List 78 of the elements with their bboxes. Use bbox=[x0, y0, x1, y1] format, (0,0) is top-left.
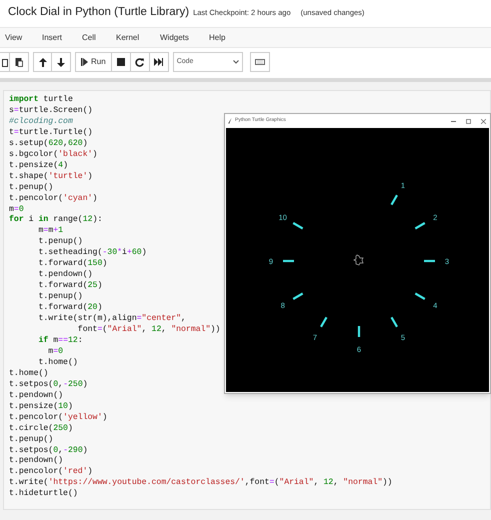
run-all-button[interactable] bbox=[150, 52, 169, 72]
code-line: t.setpos(0,-250) bbox=[9, 380, 88, 391]
tick-mark bbox=[414, 222, 426, 230]
chevron-down-icon bbox=[232, 60, 239, 64]
code-line: s.setup(620,620) bbox=[9, 138, 88, 150]
tick-mark bbox=[414, 292, 426, 300]
code-line: t.forward(25) bbox=[37, 281, 102, 292]
stop-icon bbox=[116, 58, 125, 66]
turtle-icon bbox=[353, 254, 364, 266]
code-line: t.write('https://www.youtube.com/castorclasses/',font=("Arial", 12, "normal")) bbox=[9, 478, 392, 489]
menu-item[interactable]: Insert bbox=[42, 32, 62, 44]
close-icon[interactable] bbox=[481, 118, 486, 124]
arrow-down-icon bbox=[57, 58, 65, 66]
code-line: t.shape('turtle') bbox=[9, 172, 93, 183]
menu-item[interactable]: Kernel bbox=[116, 32, 140, 44]
code-line: import turtle bbox=[9, 95, 73, 106]
code-line: #clcoding.com bbox=[9, 116, 73, 128]
notebook-title[interactable]: Clock Dial in Python (Turtle Library) bbox=[8, 4, 190, 22]
move-up-button[interactable] bbox=[33, 52, 52, 72]
code-line: t.pendown() bbox=[37, 270, 93, 281]
code-line: t.home() bbox=[37, 358, 78, 369]
tick-mark bbox=[292, 292, 304, 300]
code-line: t.pensize(10) bbox=[9, 402, 73, 413]
code-line: t.penup() bbox=[9, 182, 54, 194]
code-line: t.setheading(-30*i+60) bbox=[37, 248, 147, 259]
menu-item[interactable]: Widgets bbox=[160, 32, 189, 44]
tick-mark bbox=[283, 260, 294, 262]
minimize-icon[interactable] bbox=[451, 120, 456, 122]
code-line: t=turtle.Turtle() bbox=[9, 128, 93, 139]
code-line: m=0 bbox=[47, 346, 64, 358]
code-line: t.hideturtle() bbox=[9, 489, 78, 500]
code-line: s=turtle.Screen() bbox=[9, 106, 93, 117]
code-line: t.pencolor('yellow') bbox=[9, 412, 108, 424]
code-line: if m==12: bbox=[37, 336, 83, 347]
copy-icon bbox=[2, 58, 8, 66]
code-line: t.pensize(4) bbox=[9, 160, 68, 172]
keyboard-button[interactable] bbox=[250, 52, 270, 72]
code-line: t.penup() bbox=[9, 434, 54, 446]
restart-button[interactable] bbox=[130, 52, 150, 72]
paste-icon bbox=[15, 57, 23, 67]
keyboard-icon bbox=[254, 59, 265, 65]
code-line: m=m+1 bbox=[37, 226, 64, 237]
code-line: m=0 bbox=[9, 204, 24, 215]
code-line: t.pendown() bbox=[9, 390, 64, 402]
run-icon bbox=[81, 58, 88, 66]
code-line: t.forward(150) bbox=[37, 259, 108, 270]
tick-mark bbox=[390, 194, 398, 206]
code-line: t.pencolor('red') bbox=[9, 467, 93, 478]
run-button[interactable]: Run bbox=[75, 52, 112, 72]
code-line: t.penup() bbox=[37, 292, 83, 303]
menu-item[interactable]: View bbox=[5, 32, 22, 44]
menu-item[interactable]: Cell bbox=[82, 32, 96, 44]
code-line: for i in range(12): bbox=[9, 215, 102, 226]
tick-mark bbox=[292, 222, 304, 230]
move-down-button[interactable] bbox=[52, 52, 71, 72]
stop-button[interactable] bbox=[112, 52, 131, 72]
code-line: t.penup() bbox=[37, 237, 83, 248]
code-line: t.home() bbox=[9, 368, 48, 380]
maximize-icon[interactable] bbox=[466, 118, 471, 124]
code-line: t.pencolor('cyan') bbox=[9, 194, 98, 205]
tick-mark bbox=[390, 316, 398, 328]
copy-button[interactable] bbox=[0, 52, 10, 72]
code-line: t.write(str(m),align="center", bbox=[37, 314, 186, 325]
code-line: t.pendown() bbox=[9, 456, 64, 467]
tick-mark bbox=[358, 326, 360, 337]
paste-button[interactable] bbox=[10, 52, 29, 72]
tick-mark bbox=[320, 316, 328, 328]
restart-icon bbox=[135, 58, 144, 66]
arrow-up-icon bbox=[38, 58, 46, 66]
menu-item[interactable]: Help bbox=[209, 32, 226, 44]
feather-icon bbox=[228, 118, 232, 124]
fast-forward-icon bbox=[154, 58, 164, 66]
code-line: t.circle(250) bbox=[9, 424, 73, 435]
code-line: font=("Arial", 12, "normal")) bbox=[76, 325, 220, 336]
code-line: t.forward(20) bbox=[37, 303, 102, 314]
code-line: t.setpos(0,-290) bbox=[9, 446, 88, 456]
tick-mark bbox=[424, 260, 435, 262]
code-line: s.bgcolor('black') bbox=[9, 150, 98, 161]
